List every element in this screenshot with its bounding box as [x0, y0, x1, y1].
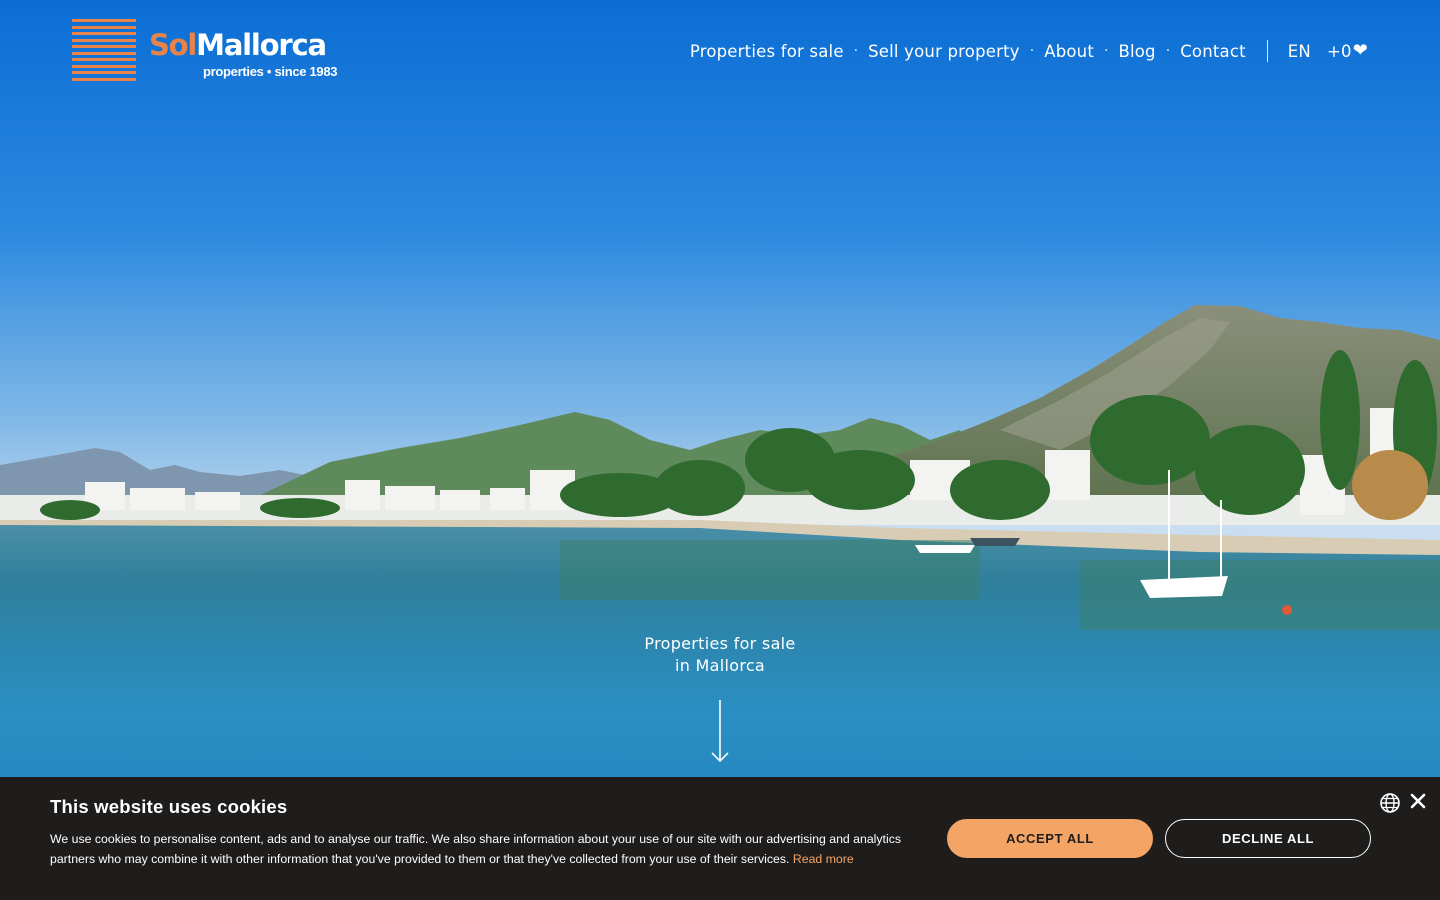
- nav-item-contact[interactable]: Contact: [1180, 42, 1246, 61]
- nav-divider: [1266, 40, 1268, 62]
- nav-separator: ·: [1165, 43, 1171, 59]
- site-header: SolMallorca properties • since 1983 Prop…: [0, 0, 1440, 100]
- favorites-button[interactable]: +0 ❤: [1327, 42, 1368, 61]
- cookie-banner: This website uses cookies We use cookies…: [0, 777, 1440, 900]
- language-switcher[interactable]: EN: [1288, 42, 1311, 61]
- nav-item-about[interactable]: About: [1044, 42, 1094, 61]
- favorites-count: +0: [1326, 41, 1352, 61]
- nav-item-properties-for-sale[interactable]: Properties for sale: [690, 42, 844, 61]
- cookie-banner-body: We use cookies to personalise content, a…: [50, 832, 902, 866]
- hero-caption-line2: in Mallorca: [674, 656, 766, 675]
- hero-caption-line1: Properties for sale: [644, 634, 796, 653]
- nav-separator: ·: [853, 43, 859, 59]
- read-more-link[interactable]: Read more: [793, 852, 854, 866]
- logo-stripes-icon: [72, 19, 136, 81]
- cookie-banner-title: This website uses cookies: [50, 796, 288, 817]
- hero-background-image: [0, 0, 1440, 900]
- nav-separator: ·: [1104, 43, 1109, 59]
- site-logo[interactable]: SolMallorca properties • since 1983: [72, 19, 342, 83]
- close-icon[interactable]: [1408, 791, 1428, 811]
- heart-icon: ❤: [1352, 40, 1368, 61]
- globe-icon[interactable]: [1379, 792, 1401, 814]
- accept-all-button[interactable]: ACCEPT ALL: [947, 819, 1153, 858]
- main-navigation: Properties for sale · Sell your property…: [690, 36, 1368, 66]
- nav-separator: ·: [1029, 43, 1035, 59]
- logo-wordmark: SolMallorca: [149, 28, 327, 62]
- nav-item-blog[interactable]: Blog: [1118, 42, 1155, 61]
- logo-tagline: properties • since 1983: [203, 64, 338, 79]
- nav-item-sell-your-property[interactable]: Sell your property: [868, 42, 1020, 61]
- page: SolMallorca properties • since 1983 Prop…: [0, 0, 1440, 900]
- logo-name-mallorca: Mallorca: [196, 28, 327, 62]
- logo-name-sol: Sol: [149, 28, 197, 62]
- hero-caption[interactable]: Properties for sale in Mallorca: [570, 633, 870, 677]
- arrow-down-icon[interactable]: [710, 700, 730, 764]
- decline-all-button[interactable]: DECLINE ALL: [1165, 819, 1371, 858]
- cookie-banner-text: We use cookies to personalise content, a…: [50, 830, 910, 869]
